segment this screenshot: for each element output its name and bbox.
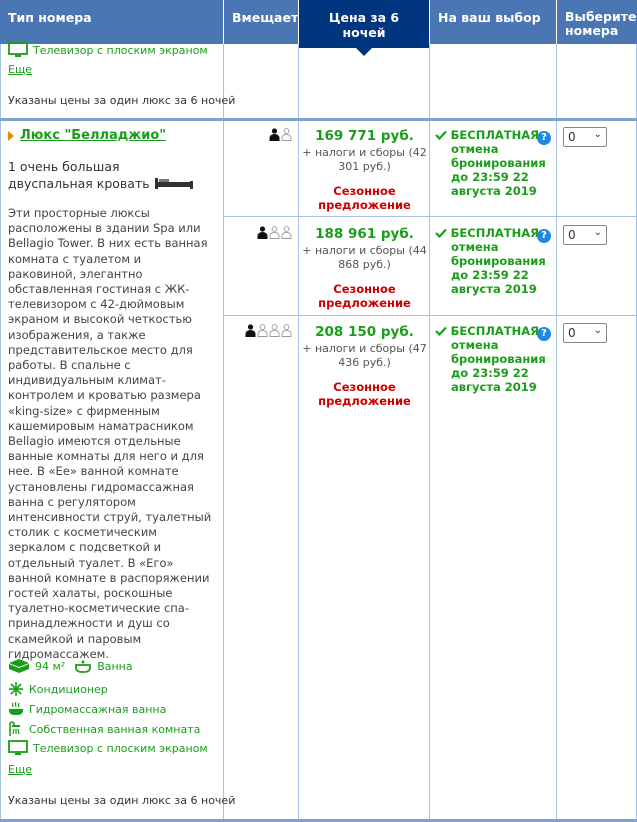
seasonal-offer: Сезонное предложение [318,184,411,212]
chevron-down-icon: ⌄ [593,227,602,238]
info-icon[interactable]: ? [537,327,551,341]
room-qty-select-1[interactable]: 0 ⌄ [563,127,607,147]
room-name-link[interactable]: Люкс "Белладжио" [20,128,166,143]
hot-tub-icon [9,701,23,715]
chevron-down-icon: ⌄ [593,129,602,140]
room-description: Эти просторные люксы расположены в здани… [8,206,212,661]
occupancy-3 [224,324,292,337]
shower-icon [9,721,20,736]
room-qty-select-3[interactable]: 0 ⌄ [563,323,607,343]
checkmark-icon [435,228,447,239]
person-outline-icon [281,128,292,141]
bath-icon [75,660,92,673]
checkmark-icon [435,326,447,337]
price-taxes: + налоги и сборы (44 868 руб.) [302,244,427,271]
amenity-size: 94 м² Ванна [8,658,133,674]
person-icon [245,324,256,337]
tv-icon [8,740,28,755]
header-room-type[interactable]: Тип номера [0,0,223,44]
person-outline-icon [281,324,292,337]
seasonal-offer: Сезонное предложение [318,282,411,310]
header-select-rooms[interactable]: Выберите номера [557,0,637,44]
more-amenities-link[interactable]: Еще [8,763,32,776]
header-your-choice[interactable]: На ваш выбор [430,0,556,44]
tv-icon [8,42,28,57]
room-title[interactable]: Люкс "Белладжио" [8,128,166,143]
cube-icon [9,659,29,673]
person-icon [269,128,280,141]
prev-amenity-tv: Телевизор с плоским экраном [8,42,208,58]
info-icon[interactable]: ? [537,229,551,243]
person-outline-icon [281,226,292,239]
prev-more-link[interactable]: Еще [8,63,32,76]
price-cell-2: 188 961 руб. + налоги и сборы (44 868 ру… [299,226,430,310]
seasonal-offer: Сезонное предложение [318,380,411,408]
info-icon[interactable]: ? [537,131,551,145]
occupancy-2 [224,226,292,239]
price-taxes: + налоги и сборы (47 436 руб.) [302,342,427,369]
price-value: 188 961 руб. [315,226,414,242]
bed-icon [154,178,193,189]
snowflake-icon [9,682,23,696]
prev-price-note: Указаны цены за один люкс за 6 ночей [8,94,236,107]
price-cell-3: 208 150 руб. + налоги и сборы (47 436 ру… [299,324,430,408]
occupancy-1 [224,128,292,141]
bed-info: 1 очень большая двуспальная кровать [8,158,208,192]
room-qty-select-2[interactable]: 0 ⌄ [563,225,607,245]
chevron-down-icon: ⌄ [593,325,602,336]
checkmark-icon [435,130,447,141]
person-outline-icon [269,226,280,239]
header-price[interactable]: Цена за 6 ночей [299,0,429,56]
expand-arrow-icon[interactable] [8,130,14,141]
price-note: Указаны цены за один люкс за 6 ночей [8,794,236,807]
amenity-ac: Кондиционер [8,681,108,697]
price-cell-1: 169 771 руб. + налоги и сборы (42 301 ру… [299,128,430,212]
price-taxes: + налоги и сборы (42 301 руб.) [302,146,427,173]
person-outline-icon [257,324,268,337]
price-value: 169 771 руб. [315,128,414,144]
header-sleeps[interactable]: Вмещает [224,0,298,44]
person-icon [257,226,268,239]
amenity-private-bath: Собственная ванная комната [8,721,200,737]
person-outline-icon [269,324,280,337]
price-value: 208 150 руб. [315,324,414,340]
amenity-hydro: Гидромассажная ванна [8,701,166,717]
room-table: Тип номера Вмещает Цена за 6 ночей На ва… [0,0,637,822]
amenity-tv: Телевизор с плоским экраном [8,740,208,756]
